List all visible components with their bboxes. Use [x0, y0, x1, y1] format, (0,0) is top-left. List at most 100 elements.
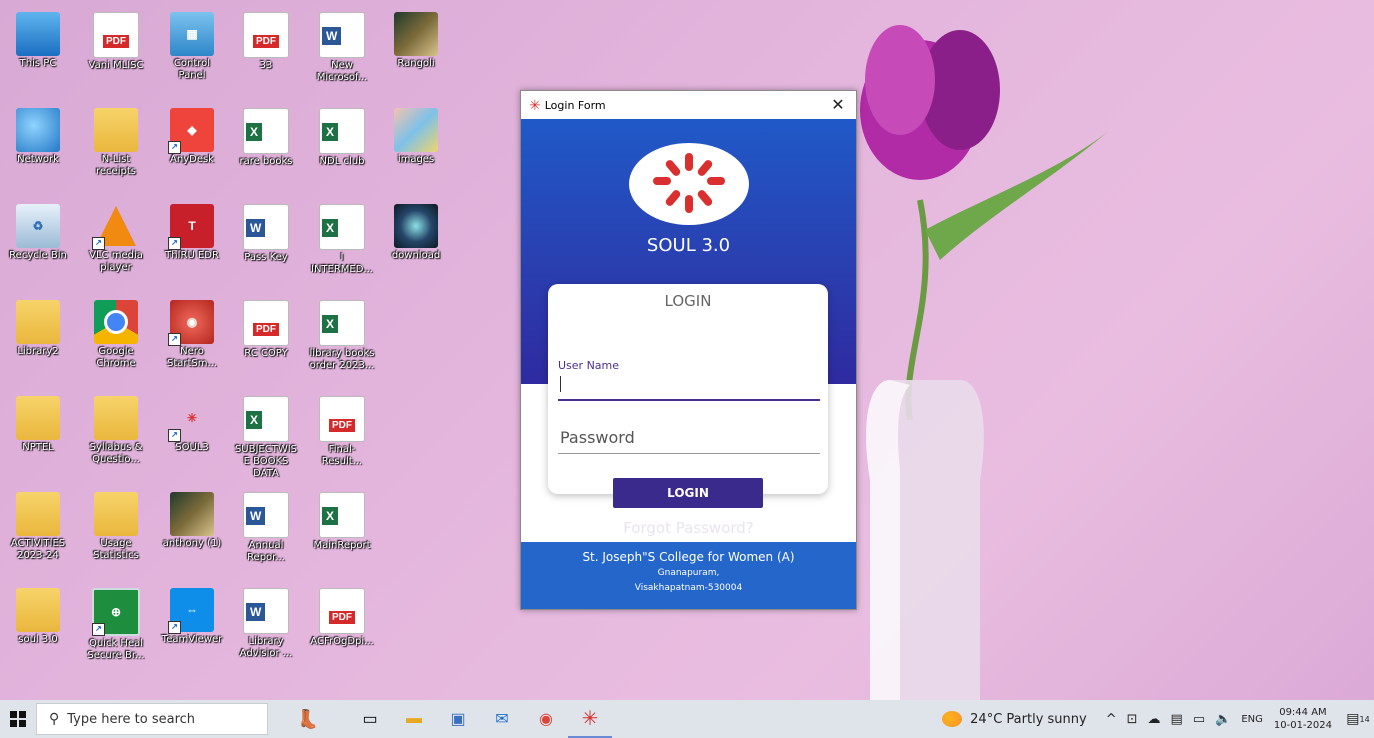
notification-center-button[interactable]: ▤ 14: [1342, 711, 1374, 727]
taskbar-file-explorer[interactable]: ▬: [392, 700, 436, 738]
system-tray: 24°C Partly sunny ^ ⊡ ☁ ▤ ▭ 🔈 ENG 09:44 …: [942, 700, 1374, 738]
desktop-icon-rc-copy[interactable]: PDF RC COPY: [232, 294, 300, 378]
quick-heal-tray-icon[interactable]: ▤: [1171, 712, 1183, 727]
desktop-icon-nero[interactable]: ◉ ↗ Nero StartSm...: [158, 294, 226, 378]
desktop-icon-library-books-order[interactable]: X library books order 2023...: [308, 294, 376, 378]
desktop-icon-nptel[interactable]: NPTEL: [4, 390, 72, 474]
taskbar-mail[interactable]: ✉: [480, 700, 524, 738]
excel-file-icon: X: [319, 300, 365, 346]
desktop-icon-recycle-bin[interactable]: ♻ Recycle Bin: [4, 198, 72, 282]
task-view-button[interactable]: ▭: [348, 700, 392, 738]
taskbar-soul-app[interactable]: ✳: [568, 700, 612, 738]
excel-file-icon: X: [319, 204, 365, 250]
taskbar-store[interactable]: ▣: [436, 700, 480, 738]
desktop-icon-mainreport[interactable]: X MainReport: [308, 486, 376, 570]
login-card-title: LOGIN: [664, 292, 712, 310]
desktop-icon-anthony[interactable]: anthony (1): [158, 486, 226, 570]
excel-file-icon: X: [243, 396, 289, 442]
desktop-icon-thiru-edr[interactable]: T ↗ ThIRU EDR: [158, 198, 226, 282]
login-card: LOGIN User Name: [548, 284, 828, 494]
desktop-icon-final-result[interactable]: PDF Final-Result...: [308, 390, 376, 474]
desktop-icon-rangoli[interactable]: Rangoli: [382, 6, 450, 90]
taskbar-chrome[interactable]: ◉: [524, 700, 568, 738]
soul-logo-icon: ✳: [529, 96, 541, 113]
taskbar: ⚲ Type here to search 👢 ▭ ▬ ▣ ✉ ◉ ✳ 24°C…: [0, 700, 1374, 738]
anydesk-icon: ◆ ↗: [168, 108, 214, 154]
start-button[interactable]: [0, 700, 36, 738]
college-footer: St. Joseph"S College for Women (A) Gnana…: [521, 542, 856, 609]
onedrive-icon[interactable]: ☁: [1148, 712, 1161, 727]
boots-icon: 👢: [296, 708, 320, 729]
desktop-icon-teamviewer[interactable]: ⇔ ↗ TeamViewer: [158, 582, 226, 666]
folder-icon: [94, 396, 138, 440]
mail-icon: ✉: [495, 711, 509, 728]
desktop-icon-images[interactable]: images: [382, 102, 450, 186]
close-button[interactable]: ✕: [820, 91, 856, 119]
desktop-icon-new-microsoft[interactable]: W New Microsof...: [308, 6, 376, 90]
network-icon[interactable]: ▭: [1193, 712, 1205, 727]
chevron-up-icon[interactable]: ^: [1106, 712, 1117, 727]
folder-icon: [16, 396, 60, 440]
desktop-icon-vani-mlisc[interactable]: PDF Vani MLISC: [82, 6, 150, 90]
username-field[interactable]: [558, 373, 820, 401]
soul-logo-icon: ✳: [581, 707, 599, 730]
forgot-password-link[interactable]: Forgot Password?: [521, 519, 856, 537]
meet-now-icon[interactable]: ⊡: [1127, 712, 1138, 727]
username-label: User Name: [558, 359, 620, 372]
desktop-icon-vlc[interactable]: ↗ VLC media player: [82, 198, 150, 282]
desktop-icon-usage-statistics[interactable]: Usage Statistics: [82, 486, 150, 570]
desktop-icon-network[interactable]: Network: [4, 102, 72, 186]
desktop-icon-anydesk[interactable]: ◆ ↗ AnyDesk: [158, 102, 226, 186]
folder-icon: [16, 492, 60, 536]
store-icon: ▣: [450, 711, 466, 728]
folder-icon: [94, 492, 138, 536]
desktop-icon-intermed[interactable]: X I INTERMED...: [308, 198, 376, 282]
desktop-icon-rare-books[interactable]: X rare books: [232, 102, 300, 186]
volume-muted-icon[interactable]: 🔈: [1215, 712, 1231, 727]
desktop-icon-ndl-club[interactable]: X NDL club: [308, 102, 376, 186]
desktop-icon-33-pdf[interactable]: PDF 33: [232, 6, 300, 90]
language-indicator[interactable]: ENG: [1241, 714, 1263, 725]
desktop-icon-nlist-receipts[interactable]: N-List receipts: [82, 102, 150, 186]
desktop-icon-acfrog[interactable]: PDF ACFrOgDpi...: [308, 582, 376, 666]
quick-heal-icon: ⊕ ↗: [92, 588, 140, 636]
weather-widget[interactable]: 24°C Partly sunny: [942, 711, 1087, 727]
desktop-icon-annual-report[interactable]: W Annual Repor...: [232, 486, 300, 570]
chrome-icon: ◉: [539, 711, 553, 728]
windows-logo-icon: [10, 711, 26, 727]
text-caret: [560, 376, 561, 392]
folder-icon: [16, 588, 60, 632]
app-name: SOUL 3.0: [646, 235, 731, 256]
image-thumbnail-icon: [394, 204, 438, 248]
soul-burst-icon: [653, 153, 725, 213]
search-highlight-image[interactable]: 👢: [268, 700, 348, 738]
pdf-file-icon: PDF: [319, 588, 365, 634]
desktop-icon-syllabus[interactable]: Syllabus & Questio...: [82, 390, 150, 474]
desktop-icon-control-panel[interactable]: ▦ Control Panel: [158, 6, 226, 90]
excel-file-icon: X: [243, 108, 289, 154]
desktop-icon-google-chrome[interactable]: Google Chrome: [82, 294, 150, 378]
desktop-icon-quick-heal[interactable]: ⊕ ↗ Quick Heal Secure Br...: [82, 582, 150, 666]
clock[interactable]: 09:44 AM 10-01-2024: [1274, 706, 1332, 732]
control-panel-icon: ▦: [170, 12, 214, 56]
network-icon: [16, 108, 60, 152]
desktop-icon-library-advisior[interactable]: W Library Advisior ...: [232, 582, 300, 666]
college-name: St. Joseph"S College for Women (A): [582, 550, 795, 564]
desktop-icon-library2[interactable]: Library2: [4, 294, 72, 378]
search-icon: ⚲: [49, 711, 60, 727]
desktop-icon-download[interactable]: download: [382, 198, 450, 282]
password-field[interactable]: [558, 421, 820, 454]
folder-icon: ▬: [406, 710, 422, 727]
desktop-icon-pass-key[interactable]: W Pass Key: [232, 198, 300, 282]
login-button[interactable]: LOGIN: [613, 478, 763, 508]
word-file-icon: W: [243, 204, 289, 250]
taskbar-search-box[interactable]: ⚲ Type here to search: [36, 703, 268, 735]
desktop-icon-subjectwise[interactable]: X SUBJECTWISE BOOKS DATA: [232, 390, 300, 479]
desktop-icon-soul30-folder[interactable]: soul 3.0: [4, 582, 72, 666]
window-title: Login Form: [544, 98, 606, 112]
desktop-icon-this-pc[interactable]: This PC: [4, 6, 72, 90]
window-titlebar[interactable]: ✳ Login Form ✕: [521, 91, 856, 119]
desktop-icon-soul3[interactable]: ✳ ↗ SOUL3: [158, 390, 226, 474]
desktop-icon-activities[interactable]: ACTIVITIES 2023-24: [4, 486, 72, 570]
desktop-icons: This PC Network ♻ Recycle Bin Library2 N…: [0, 0, 470, 700]
